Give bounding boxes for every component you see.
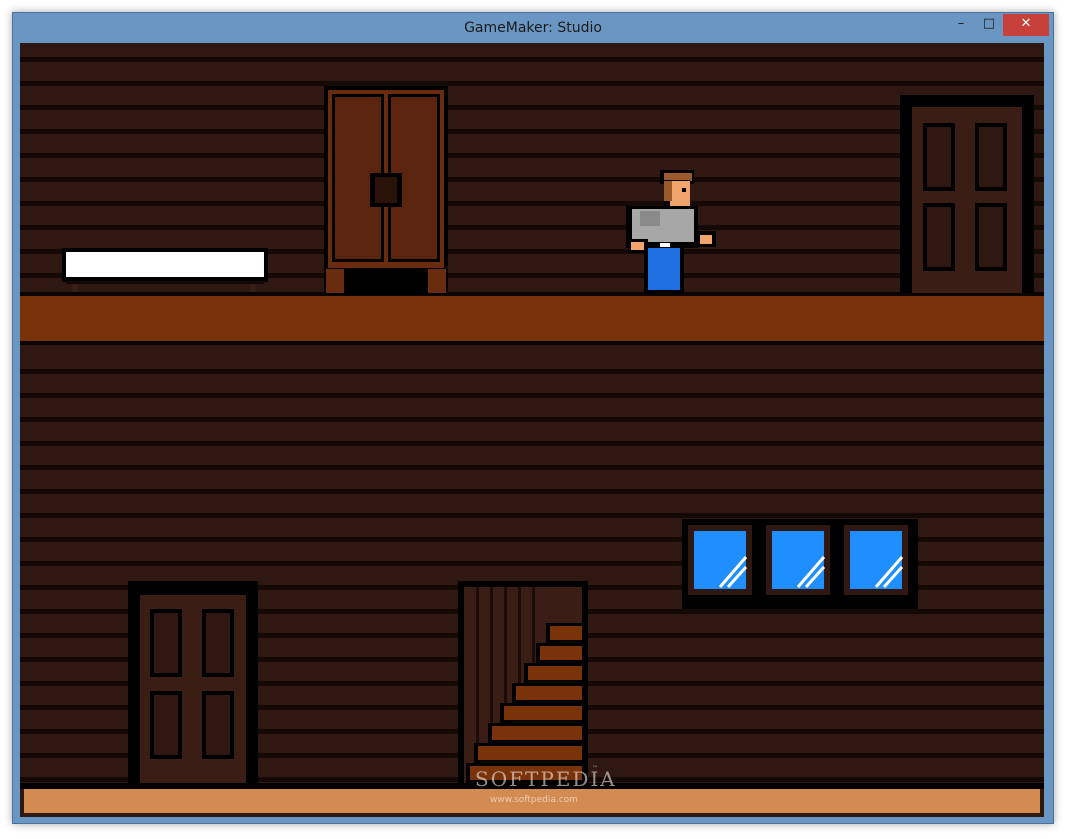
wall-plank-line — [20, 513, 1044, 518]
wall-plank-line — [20, 465, 1044, 470]
title-bar[interactable]: GameMaker: Studio – □ ✕ — [13, 13, 1053, 43]
watermark-url: www.softpedia.com — [490, 795, 578, 805]
upper-floor — [20, 296, 1044, 341]
maximize-button[interactable]: □ — [975, 14, 1003, 36]
game-canvas[interactable]: SOFTPEDIA ™ www.softpedia.com — [20, 43, 1044, 817]
staircase — [458, 581, 588, 783]
wall-plank-line — [20, 57, 1044, 62]
wall-plank-line — [20, 417, 1044, 422]
window — [682, 519, 918, 609]
wall-plank-line — [20, 225, 1044, 230]
wall-plank-line — [20, 177, 1044, 182]
window-title: GameMaker: Studio — [464, 20, 602, 36]
wall-plank-line — [20, 441, 1044, 446]
wall-plank-line — [20, 105, 1044, 110]
wardrobe — [324, 86, 448, 295]
wall-plank-line — [20, 129, 1044, 134]
wall-plank-line — [20, 489, 1044, 494]
wall-plank-line — [20, 153, 1044, 158]
game-scene — [20, 43, 1044, 817]
wall-plank-line — [20, 369, 1044, 374]
upper-door — [900, 95, 1034, 293]
wall-plank-line — [20, 393, 1044, 398]
game-window: GameMaker: Studio – □ ✕ SOFTPEDIA ™ www.… — [12, 12, 1054, 824]
close-button[interactable]: ✕ — [1003, 14, 1049, 36]
wall-plank-line — [20, 81, 1044, 86]
wall-plank-line — [20, 201, 1044, 206]
minimize-button[interactable]: – — [947, 14, 975, 36]
lower-door — [128, 581, 258, 783]
watermark-trademark: ™ — [592, 765, 598, 772]
